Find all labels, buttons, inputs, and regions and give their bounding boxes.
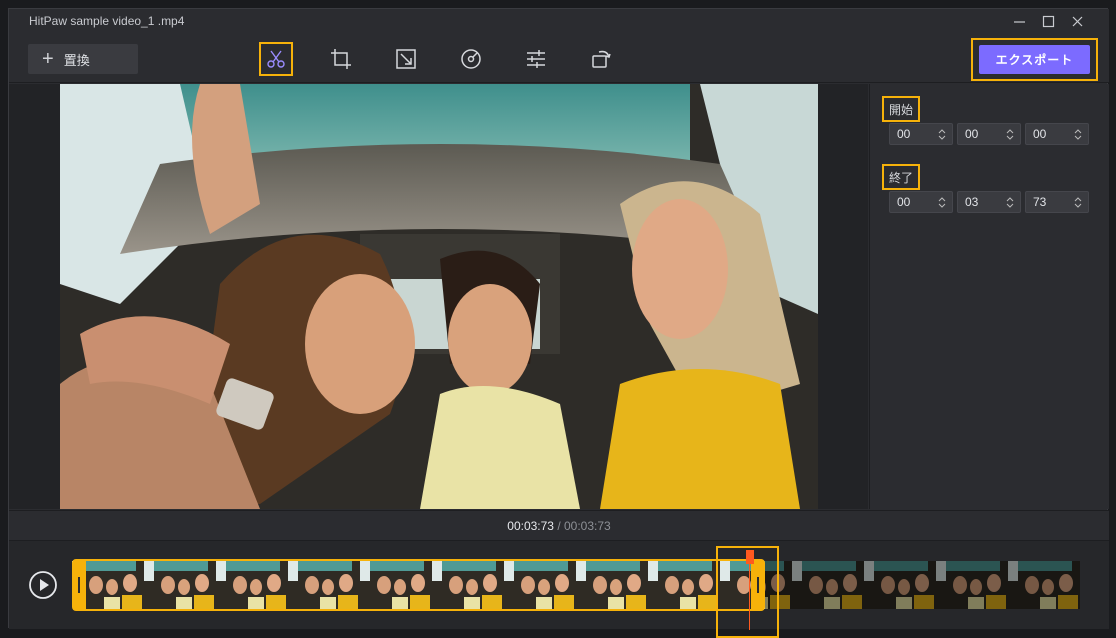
stepper-arrows-icon: [938, 129, 946, 140]
start-seconds-stepper[interactable]: 00: [1025, 123, 1089, 145]
stepper-arrows-icon: [1006, 129, 1014, 140]
time-separator: /: [553, 518, 564, 533]
stepper-arrows-icon: [938, 197, 946, 208]
preview-area: [9, 84, 868, 509]
trim-panel: 開始 00 00 00 終了 00 03 73: [869, 84, 1109, 509]
maximize-icon[interactable]: [1035, 12, 1061, 30]
adjust-icon[interactable]: [519, 42, 553, 76]
window-title: HitPaw sample video_1 .mp4: [29, 14, 185, 28]
cut-icon[interactable]: [259, 42, 293, 76]
start-hours-stepper[interactable]: 00: [889, 123, 953, 145]
resize-icon[interactable]: [389, 42, 423, 76]
play-icon[interactable]: [28, 570, 58, 600]
start-label: 開始: [882, 96, 920, 122]
export-button[interactable]: エクスポート: [979, 45, 1090, 74]
unselected-overlay: [765, 561, 1080, 609]
crop-icon[interactable]: [324, 42, 358, 76]
rotate-icon[interactable]: [584, 42, 618, 76]
toolbar: + 置換 エクスポート: [9, 33, 1109, 83]
stepper-arrows-icon: [1074, 197, 1082, 208]
video-frame[interactable]: [60, 84, 818, 509]
start-minutes-stepper[interactable]: 00: [957, 123, 1021, 145]
end-label: 終了: [882, 164, 920, 190]
app-window: HitPaw sample video_1 .mp4 + 置換 エクスポート 開…: [8, 8, 1109, 638]
title-bar: HitPaw sample video_1 .mp4: [9, 9, 1109, 33]
speed-icon[interactable]: [454, 42, 488, 76]
close-icon[interactable]: [1064, 12, 1090, 30]
replace-label: 置換: [63, 52, 90, 68]
timeline: [9, 540, 1109, 638]
end-minutes-stepper[interactable]: 03: [957, 191, 1021, 213]
playhead-handle[interactable]: [746, 550, 754, 564]
trim-left-handle[interactable]: [78, 577, 80, 593]
minimize-icon[interactable]: [1006, 12, 1032, 30]
stepper-arrows-icon: [1006, 197, 1014, 208]
end-seconds-stepper[interactable]: 73: [1025, 191, 1089, 213]
total-time: 00:03:73: [564, 518, 611, 533]
export-highlight: エクスポート: [971, 38, 1098, 81]
end-hours-stepper[interactable]: 00: [889, 191, 953, 213]
replace-button[interactable]: + 置換: [28, 44, 138, 74]
time-readout: 00:03:73 / 00:03:73: [9, 510, 1109, 540]
trim-selection[interactable]: [72, 559, 765, 611]
current-time: 00:03:73: [507, 518, 554, 533]
plus-icon: +: [42, 48, 54, 70]
stepper-arrows-icon: [1074, 129, 1082, 140]
